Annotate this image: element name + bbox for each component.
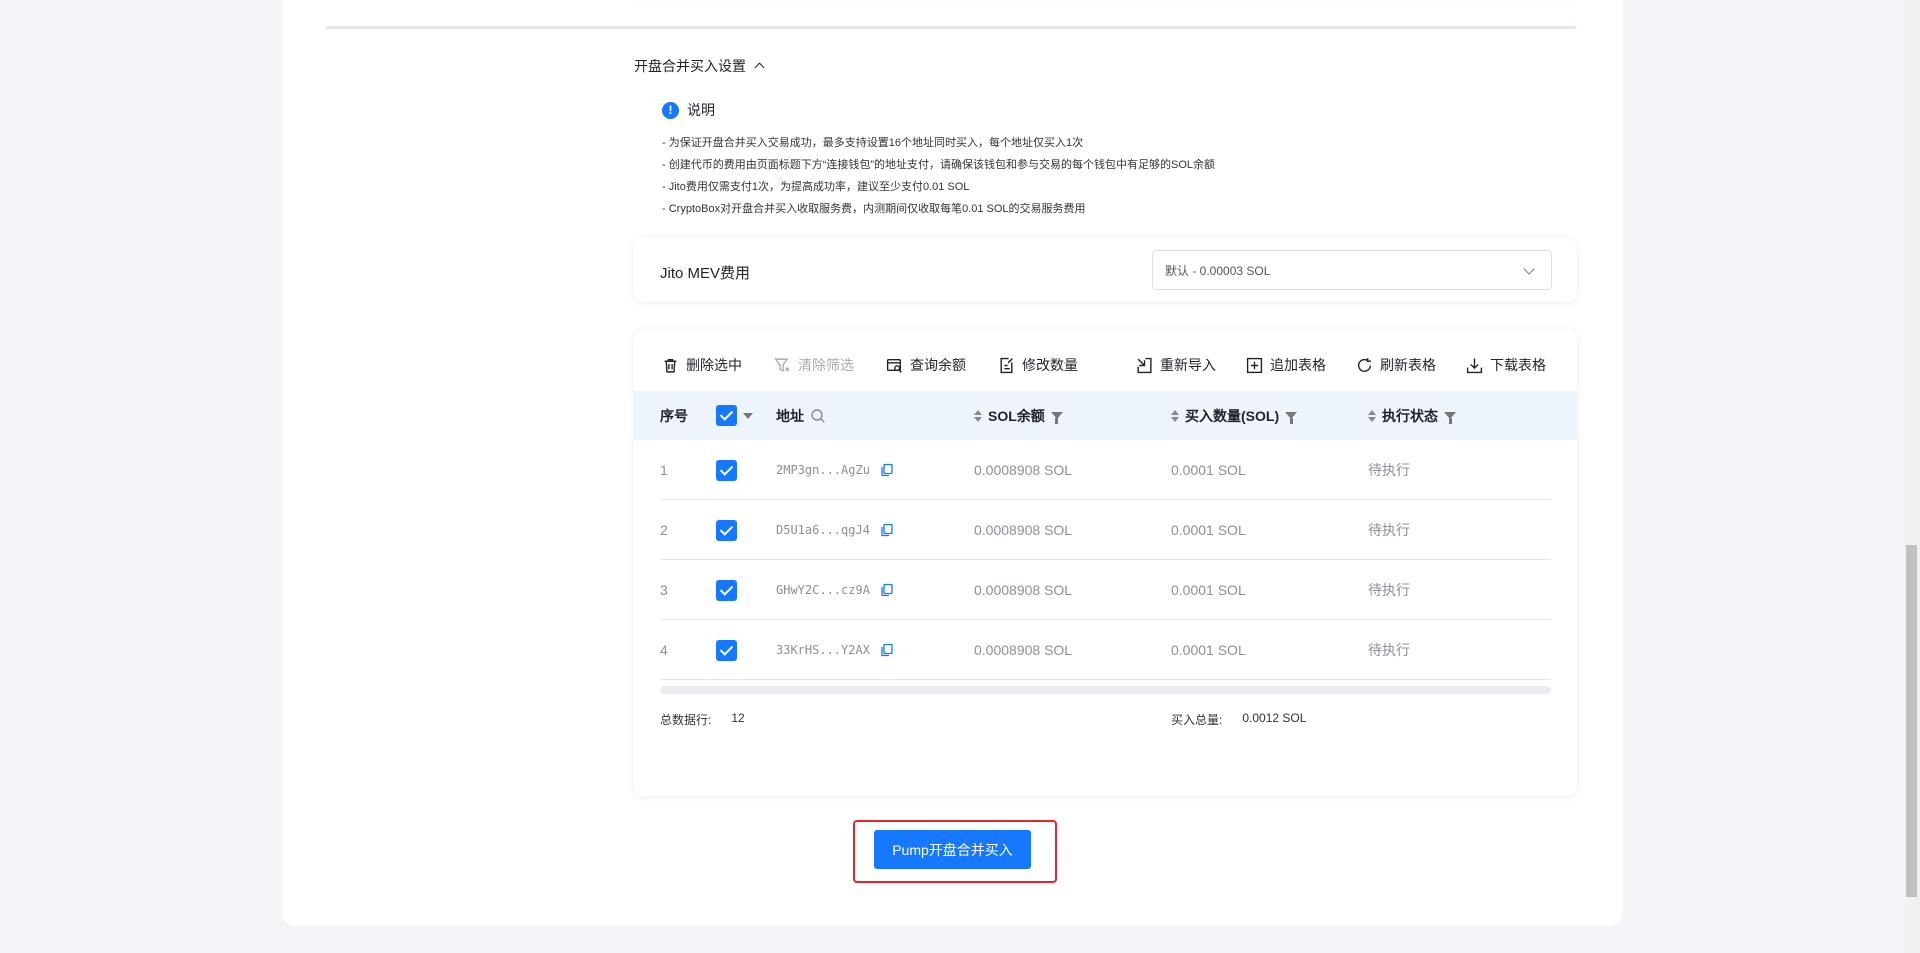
notice-line: - CryptoBox对开盘合并买入收取服务费，内测期间仅收取每笔0.01 SO… bbox=[662, 203, 1086, 215]
row-address: GHwY2C...cz9A bbox=[776, 583, 870, 597]
page-scrollbar-thumb[interactable] bbox=[1906, 545, 1917, 897]
submit-highlight-box: Pump开盘合并买入 bbox=[853, 820, 1057, 883]
row-checkbox[interactable] bbox=[716, 519, 737, 541]
row-status: 待执行 bbox=[1368, 582, 1410, 598]
wallet-table-card: 删除选中 清除筛选 查询余额 修改数量 重新导入 追加表格 刷新表格 下载表格 bbox=[634, 329, 1577, 796]
filter-clear-icon bbox=[774, 357, 790, 372]
delete-selected-button[interactable]: 删除选中 bbox=[662, 355, 742, 375]
caret-down-icon[interactable] bbox=[743, 412, 753, 419]
total-rows-label: 总数据行: bbox=[660, 713, 712, 727]
jito-fee-card: Jito MEV费用 默认 - 0.00003 SOL bbox=[634, 238, 1577, 302]
refresh-table-button[interactable]: 刷新表格 bbox=[1356, 355, 1436, 375]
row-address: D5U1a6...qgJ4 bbox=[776, 523, 870, 537]
row-status: 待执行 bbox=[1368, 642, 1410, 658]
row-index: 3 bbox=[660, 582, 668, 598]
row-checkbox[interactable] bbox=[716, 639, 737, 661]
copy-icon[interactable] bbox=[880, 523, 894, 537]
table-row: 3 GHwY2C...cz9A 0.0008908 SOL 0.0001 SOL… bbox=[660, 560, 1551, 620]
sort-icon[interactable] bbox=[1368, 409, 1376, 422]
row-index: 1 bbox=[660, 462, 668, 478]
copy-icon[interactable] bbox=[880, 583, 894, 597]
total-buy-label: 买入总量: bbox=[1171, 713, 1223, 727]
total-buy-value: 0.0012 SOL bbox=[1242, 711, 1307, 725]
row-balance: 0.0008908 SOL bbox=[974, 462, 1073, 478]
row-address: 2MP3gn...AgZu bbox=[776, 463, 870, 477]
table-row: 2 D5U1a6...qgJ4 0.0008908 SOL 0.0001 SOL… bbox=[660, 500, 1551, 560]
download-table-button[interactable]: 下载表格 bbox=[1466, 355, 1546, 375]
col-buy-amount-header[interactable]: 买入数量(SOL) bbox=[1171, 391, 1298, 440]
filter-icon[interactable] bbox=[1285, 412, 1298, 424]
search-icon[interactable] bbox=[810, 408, 826, 424]
balance-search-icon bbox=[886, 358, 902, 373]
row-buy-amount: 0.0001 SOL bbox=[1171, 462, 1246, 478]
jito-fee-select[interactable]: 默认 - 0.00003 SOL bbox=[1152, 250, 1552, 290]
refresh-icon bbox=[1358, 357, 1372, 372]
copy-icon[interactable] bbox=[880, 463, 894, 477]
total-rows-value: 12 bbox=[731, 711, 745, 725]
select-all-control[interactable] bbox=[716, 391, 753, 440]
sort-icon[interactable] bbox=[974, 409, 982, 422]
copy-icon[interactable] bbox=[880, 643, 894, 657]
row-balance: 0.0008908 SOL bbox=[974, 642, 1073, 658]
row-buy-amount: 0.0001 SOL bbox=[1171, 522, 1246, 538]
jito-fee-selected-value: 默认 - 0.00003 SOL bbox=[1165, 263, 1271, 278]
download-icon bbox=[1466, 358, 1483, 373]
filter-icon[interactable] bbox=[1444, 412, 1456, 424]
info-icon: ! bbox=[662, 101, 679, 119]
notice-title: 说明 bbox=[687, 102, 715, 118]
table-row: 1 2MP3gn...AgZu 0.0008908 SOL 0.0001 SOL… bbox=[660, 440, 1551, 500]
notice-line: - Jito费用仅需支付1次，为提高成功率，建议至少支付0.01 SOL bbox=[662, 181, 970, 193]
page-scrollbar[interactable] bbox=[1903, 0, 1920, 953]
row-checkbox[interactable] bbox=[716, 579, 737, 601]
trash-icon bbox=[664, 358, 677, 373]
section-title: 开盘合并买入设置 bbox=[634, 58, 746, 74]
sort-icon[interactable] bbox=[1171, 409, 1179, 422]
row-balance: 0.0008908 SOL bbox=[974, 522, 1073, 538]
table-row: 4 33KrHS...Y2AX 0.0008908 SOL 0.0001 SOL… bbox=[660, 620, 1551, 680]
row-index: 2 bbox=[660, 522, 668, 538]
jito-fee-label: Jito MEV费用 bbox=[660, 265, 751, 282]
row-buy-amount: 0.0001 SOL bbox=[1171, 582, 1246, 598]
row-buy-amount: 0.0001 SOL bbox=[1171, 642, 1246, 658]
chevron-up-icon bbox=[754, 60, 766, 72]
select-all-checkbox[interactable] bbox=[716, 405, 737, 426]
row-status: 待执行 bbox=[1368, 462, 1410, 478]
clear-filter-button[interactable]: 清除筛选 bbox=[774, 355, 854, 375]
table-toolbar: 删除选中 清除筛选 查询余额 修改数量 重新导入 追加表格 刷新表格 下载表格 bbox=[662, 355, 1551, 379]
append-table-button[interactable]: 追加表格 bbox=[1246, 355, 1326, 375]
table-horizontal-scrollbar[interactable] bbox=[660, 686, 1551, 694]
chevron-down-icon bbox=[1523, 263, 1535, 275]
row-index: 4 bbox=[660, 642, 668, 658]
notice-box: ! 说明 - 为保证开盘合并买入交易成功，最多支持设置16个地址同时买入，每个地… bbox=[662, 100, 1215, 220]
pump-merge-buy-button[interactable]: Pump开盘合并买入 bbox=[874, 830, 1031, 869]
previous-card-edge bbox=[634, 0, 1577, 2]
notice-line: - 创建代币的费用由页面标题下方“连接钱包”的地址支付，请确保该钱包和参与交易的… bbox=[662, 159, 1216, 171]
notice-line: - 为保证开盘合并买入交易成功，最多支持设置16个地址同时买入，每个地址仅买入1… bbox=[662, 137, 1084, 149]
col-balance-header[interactable]: SOL余额 bbox=[974, 391, 1063, 440]
section-header-toggle[interactable]: 开盘合并买入设置 bbox=[634, 56, 766, 76]
col-address-header: 地址 bbox=[776, 391, 826, 440]
total-buy-stat: 买入总量: 0.0012 SOL bbox=[1171, 711, 1306, 728]
query-balance-button[interactable]: 查询余额 bbox=[886, 355, 966, 375]
add-box-icon bbox=[1246, 357, 1263, 373]
col-status-header[interactable]: 执行状态 bbox=[1368, 391, 1456, 440]
table-header: 序号 地址 SOL余额 买入数量(SOL) 执行状态 bbox=[634, 391, 1577, 440]
row-balance: 0.0008908 SOL bbox=[974, 582, 1073, 598]
modify-quantity-button[interactable]: 修改数量 bbox=[998, 355, 1078, 375]
filter-icon[interactable] bbox=[1050, 412, 1063, 424]
reimport-button[interactable]: 重新导入 bbox=[1136, 355, 1216, 375]
col-index-header: 序号 bbox=[660, 407, 688, 424]
row-address: 33KrHS...Y2AX bbox=[776, 643, 870, 657]
row-checkbox[interactable] bbox=[716, 459, 737, 481]
row-status: 待执行 bbox=[1368, 522, 1410, 538]
section-divider bbox=[326, 26, 1576, 29]
import-icon bbox=[1137, 357, 1152, 373]
edit-doc-icon bbox=[1000, 357, 1013, 373]
total-rows-stat: 总数据行: 12 bbox=[660, 711, 745, 728]
